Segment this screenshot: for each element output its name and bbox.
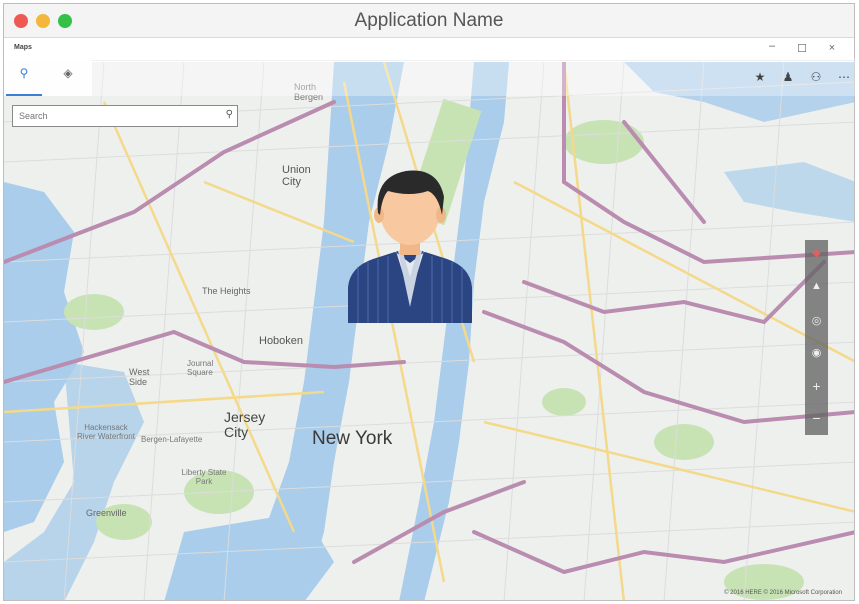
place-label-journal-square: Journal Square bbox=[187, 359, 214, 377]
tab-search[interactable]: ⚲ bbox=[6, 66, 42, 96]
title-bar: Application Name bbox=[4, 4, 854, 38]
place-label-new-york: New York bbox=[312, 428, 393, 449]
search-button-icon[interactable]: ⚲ bbox=[226, 109, 233, 120]
tab-directions[interactable]: ◈ bbox=[50, 66, 86, 96]
place-label-hoboken: Hoboken bbox=[259, 335, 304, 347]
more-icon[interactable]: ⋯ bbox=[837, 70, 851, 84]
search-icon: ⚲ bbox=[19, 66, 29, 80]
map-toolbar-strip bbox=[92, 58, 859, 96]
map-layers-icon[interactable]: ◉ bbox=[805, 346, 828, 359]
minimize-button[interactable]: – bbox=[764, 40, 780, 52]
close-button[interactable]: × bbox=[824, 42, 840, 54]
map-canvas[interactable] bbox=[4, 62, 854, 601]
search-input[interactable] bbox=[13, 106, 211, 126]
favorites-icon[interactable]: ★ bbox=[753, 70, 767, 84]
user-avatar-icon bbox=[348, 170, 472, 323]
map-view[interactable]: New York Jersey City Hoboken Union City … bbox=[4, 62, 854, 601]
map-toolbar: ★ ♟ ⚇ ⋯ bbox=[753, 70, 851, 84]
map-controls-panel: ◆ ▲ ◎ ◉ + − bbox=[805, 240, 828, 435]
place-label-jersey-city: Jersey City bbox=[224, 409, 266, 440]
place-label-bergen-lafayette: Bergen-Lafayette bbox=[141, 435, 203, 444]
place-label-the-heights: The Heights bbox=[202, 286, 251, 296]
compass-icon[interactable]: ◆ bbox=[805, 246, 828, 259]
side-panel-tabs: ⚲ ◈ bbox=[4, 58, 92, 96]
directions-icon: ◈ bbox=[63, 66, 73, 80]
tilt-icon[interactable]: ▲ bbox=[805, 280, 828, 292]
locate-me-icon[interactable]: ◎ bbox=[805, 314, 828, 327]
zoom-out-button[interactable]: − bbox=[805, 410, 828, 426]
place-label-west-side: West Side bbox=[129, 367, 150, 387]
maximize-button[interactable]: ☐ bbox=[794, 42, 810, 55]
search-box: ⚲ bbox=[12, 105, 238, 127]
place-label-hackensack-waterfront: Hackensack River Waterfront bbox=[77, 423, 135, 441]
app-name: Maps bbox=[14, 44, 32, 51]
zoom-in-button[interactable]: + bbox=[805, 378, 828, 394]
account-icon[interactable]: ⚇ bbox=[809, 70, 823, 84]
map-copyright: © 2016 HERE © 2016 Microsoft Corporation bbox=[724, 590, 842, 596]
place-label-liberty-state-park: Liberty State Park bbox=[181, 468, 227, 486]
window-title: Application Name bbox=[354, 10, 504, 31]
place-label-union-city: Union City bbox=[282, 164, 311, 188]
place-label-greenville: Greenville bbox=[86, 508, 127, 518]
notifications-icon[interactable]: ♟ bbox=[781, 70, 795, 84]
